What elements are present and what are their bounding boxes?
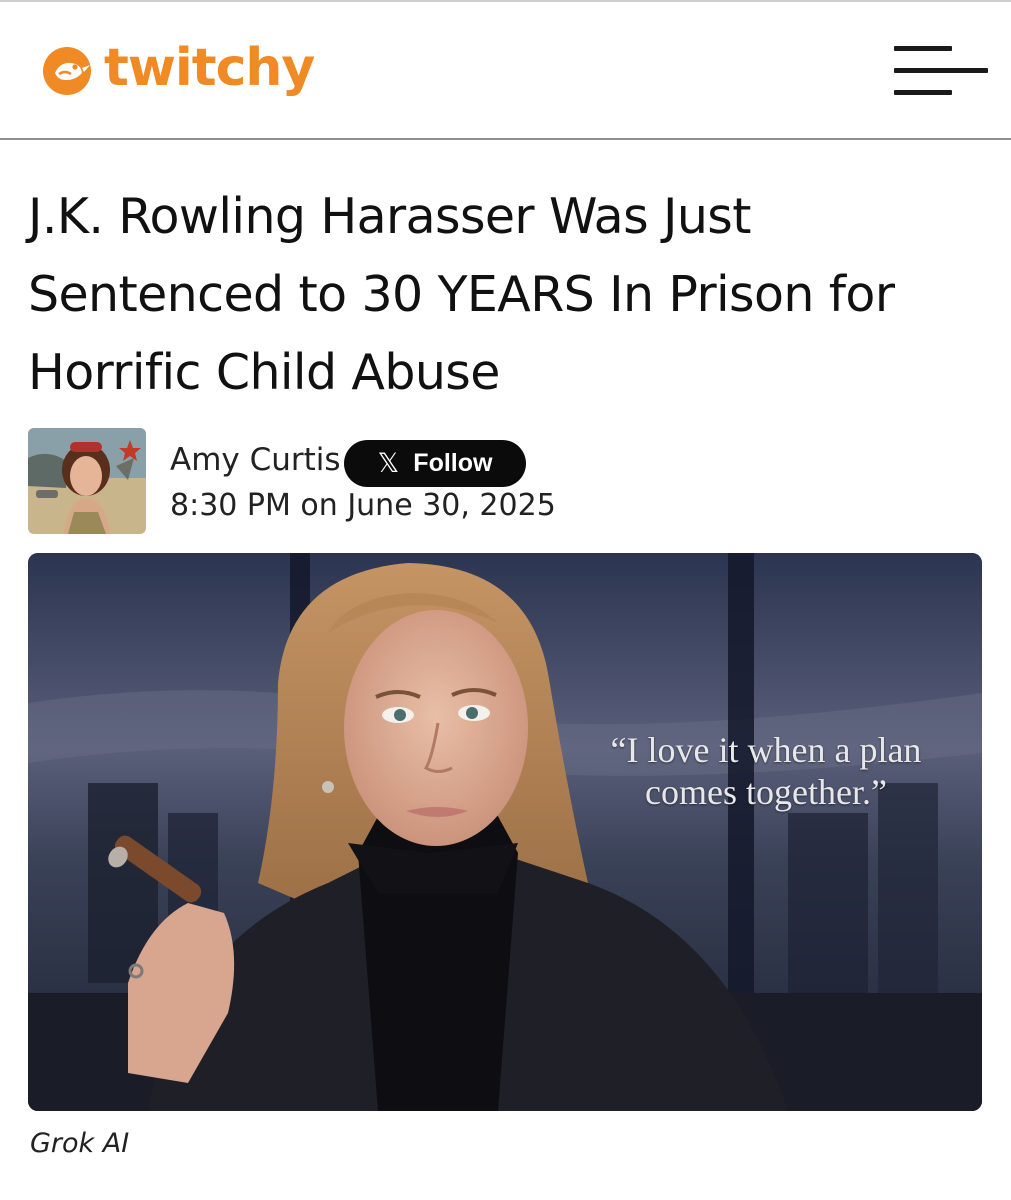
bird-logo-icon [38,40,100,102]
logo-wordmark: twitchy [104,38,315,98]
image-caption: Grok AI [30,1128,130,1159]
page: twitchy J.K. Rowling Harasser Was Just S… [0,0,1011,1200]
x-logo-icon: 𝕏 [377,448,400,479]
article-hero-image: “I love it when a plan comes together.” [28,553,982,1111]
follow-button[interactable]: 𝕏 Follow [344,440,526,487]
menu-line-middle [894,68,988,73]
menu-line-bottom [894,90,952,95]
site-header: twitchy [0,2,1011,138]
publish-timestamp: 8:30 PM on June 30, 2025 [170,488,556,523]
twitchy-logo[interactable]: twitchy [38,36,315,106]
follow-label: Follow [413,449,493,477]
author-name[interactable]: Amy Curtis [170,442,341,478]
header-divider [0,138,1011,140]
hamburger-menu-icon[interactable] [890,44,990,100]
byline: Amy Curtis 𝕏 Follow 8:30 PM on June 30, … [28,428,988,534]
image-quote-text: “I love it when a plan comes together.” [610,730,922,812]
menu-line-top [894,46,952,51]
article-title: J.K. Rowling Harasser Was Just Sentenced… [28,188,895,401]
author-avatar[interactable] [28,428,146,534]
